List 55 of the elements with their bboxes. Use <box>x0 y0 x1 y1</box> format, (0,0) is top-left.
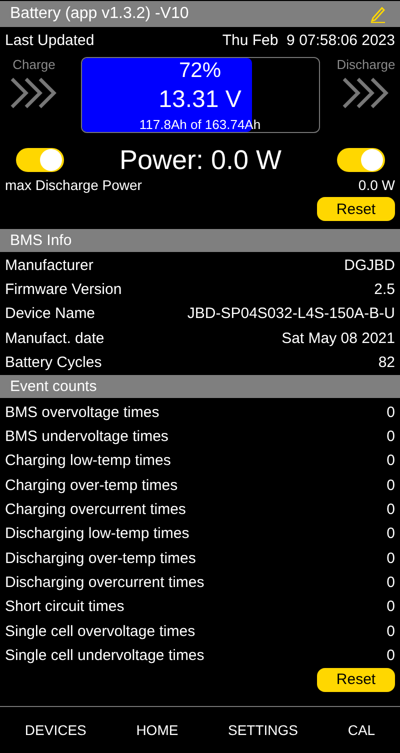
discharge-label: Discharge <box>336 57 396 72</box>
chevrons-icon <box>342 76 390 110</box>
event-label: BMS overvoltage times <box>5 404 160 421</box>
section-header: BMS Info <box>0 229 400 252</box>
last-updated-label: Last Updated <box>5 32 94 48</box>
event-count: 0 <box>386 452 395 470</box>
info-label: Firmware Version <box>5 281 122 298</box>
event-label: BMS undervoltage times <box>5 428 168 445</box>
info-value: Sat May 08 2021 <box>282 330 395 347</box>
info-value: DGJBD <box>344 256 395 274</box>
section-header: Event counts <box>0 374 400 398</box>
event-count: 0 <box>386 476 395 494</box>
event-count: 0 <box>386 622 395 640</box>
info-label: Device Name <box>5 305 96 322</box>
event-label: Charging low-temp times <box>5 452 171 470</box>
event-count: 0 <box>386 574 395 592</box>
chevrons-icon <box>10 76 58 110</box>
info-label: Manufact. date <box>5 330 104 347</box>
info-value: 82 <box>378 354 395 372</box>
event-label: Single cell overvoltage times <box>5 622 196 640</box>
discharge-switch[interactable] <box>337 148 385 172</box>
info-label: Battery Cycles <box>5 354 102 372</box>
info-value: 2.5 <box>374 281 395 298</box>
event-count: 0 <box>386 647 395 664</box>
reset-button[interactable]: Reset <box>317 668 395 692</box>
event-count: 0 <box>386 550 395 567</box>
info-label: Manufacturer <box>5 256 94 274</box>
percent-text: 72% <box>178 59 222 83</box>
event-count: 0 <box>386 501 395 518</box>
nav-button[interactable]: HOME <box>130 718 184 742</box>
event-label: Discharging low-temp times <box>5 525 190 542</box>
event-label: Charging over-temp times <box>5 476 178 494</box>
voltage-text: 13.31 V <box>158 86 242 114</box>
nav-button[interactable]: SETTINGS <box>222 718 304 742</box>
event-label: Discharging overcurrent times <box>5 574 204 592</box>
event-label: Single cell undervoltage times <box>5 647 204 664</box>
charge-switch[interactable] <box>16 148 64 172</box>
event-label: Charging overcurrent times <box>5 501 186 518</box>
reset-button[interactable]: Reset <box>317 197 395 221</box>
event-count: 0 <box>386 428 395 445</box>
last-updated-value: Thu Feb 9 07:58:06 2023 <box>222 32 395 48</box>
nav-button[interactable]: CAL <box>342 718 382 742</box>
charge-label: Charge <box>12 57 56 72</box>
event-label: Discharging over-temp times <box>5 550 196 567</box>
event-count: 0 <box>386 598 395 616</box>
max-discharge-label: max Discharge Power <box>5 177 142 193</box>
max-discharge-value: 0.0 W <box>358 177 395 193</box>
event-count: 0 <box>386 404 395 421</box>
pencil-icon[interactable] <box>370 5 386 23</box>
window-title: Battery (app v1.3.2) -V10 <box>10 5 189 23</box>
event-count: 0 <box>386 525 395 542</box>
nav-button[interactable]: DEVICES <box>18 718 92 742</box>
info-value: JBD-SP04S032-L4S-150A-B-U <box>187 305 395 322</box>
event-label: Short circuit times <box>5 598 124 616</box>
power-text: Power: 0.0 W <box>119 144 282 176</box>
